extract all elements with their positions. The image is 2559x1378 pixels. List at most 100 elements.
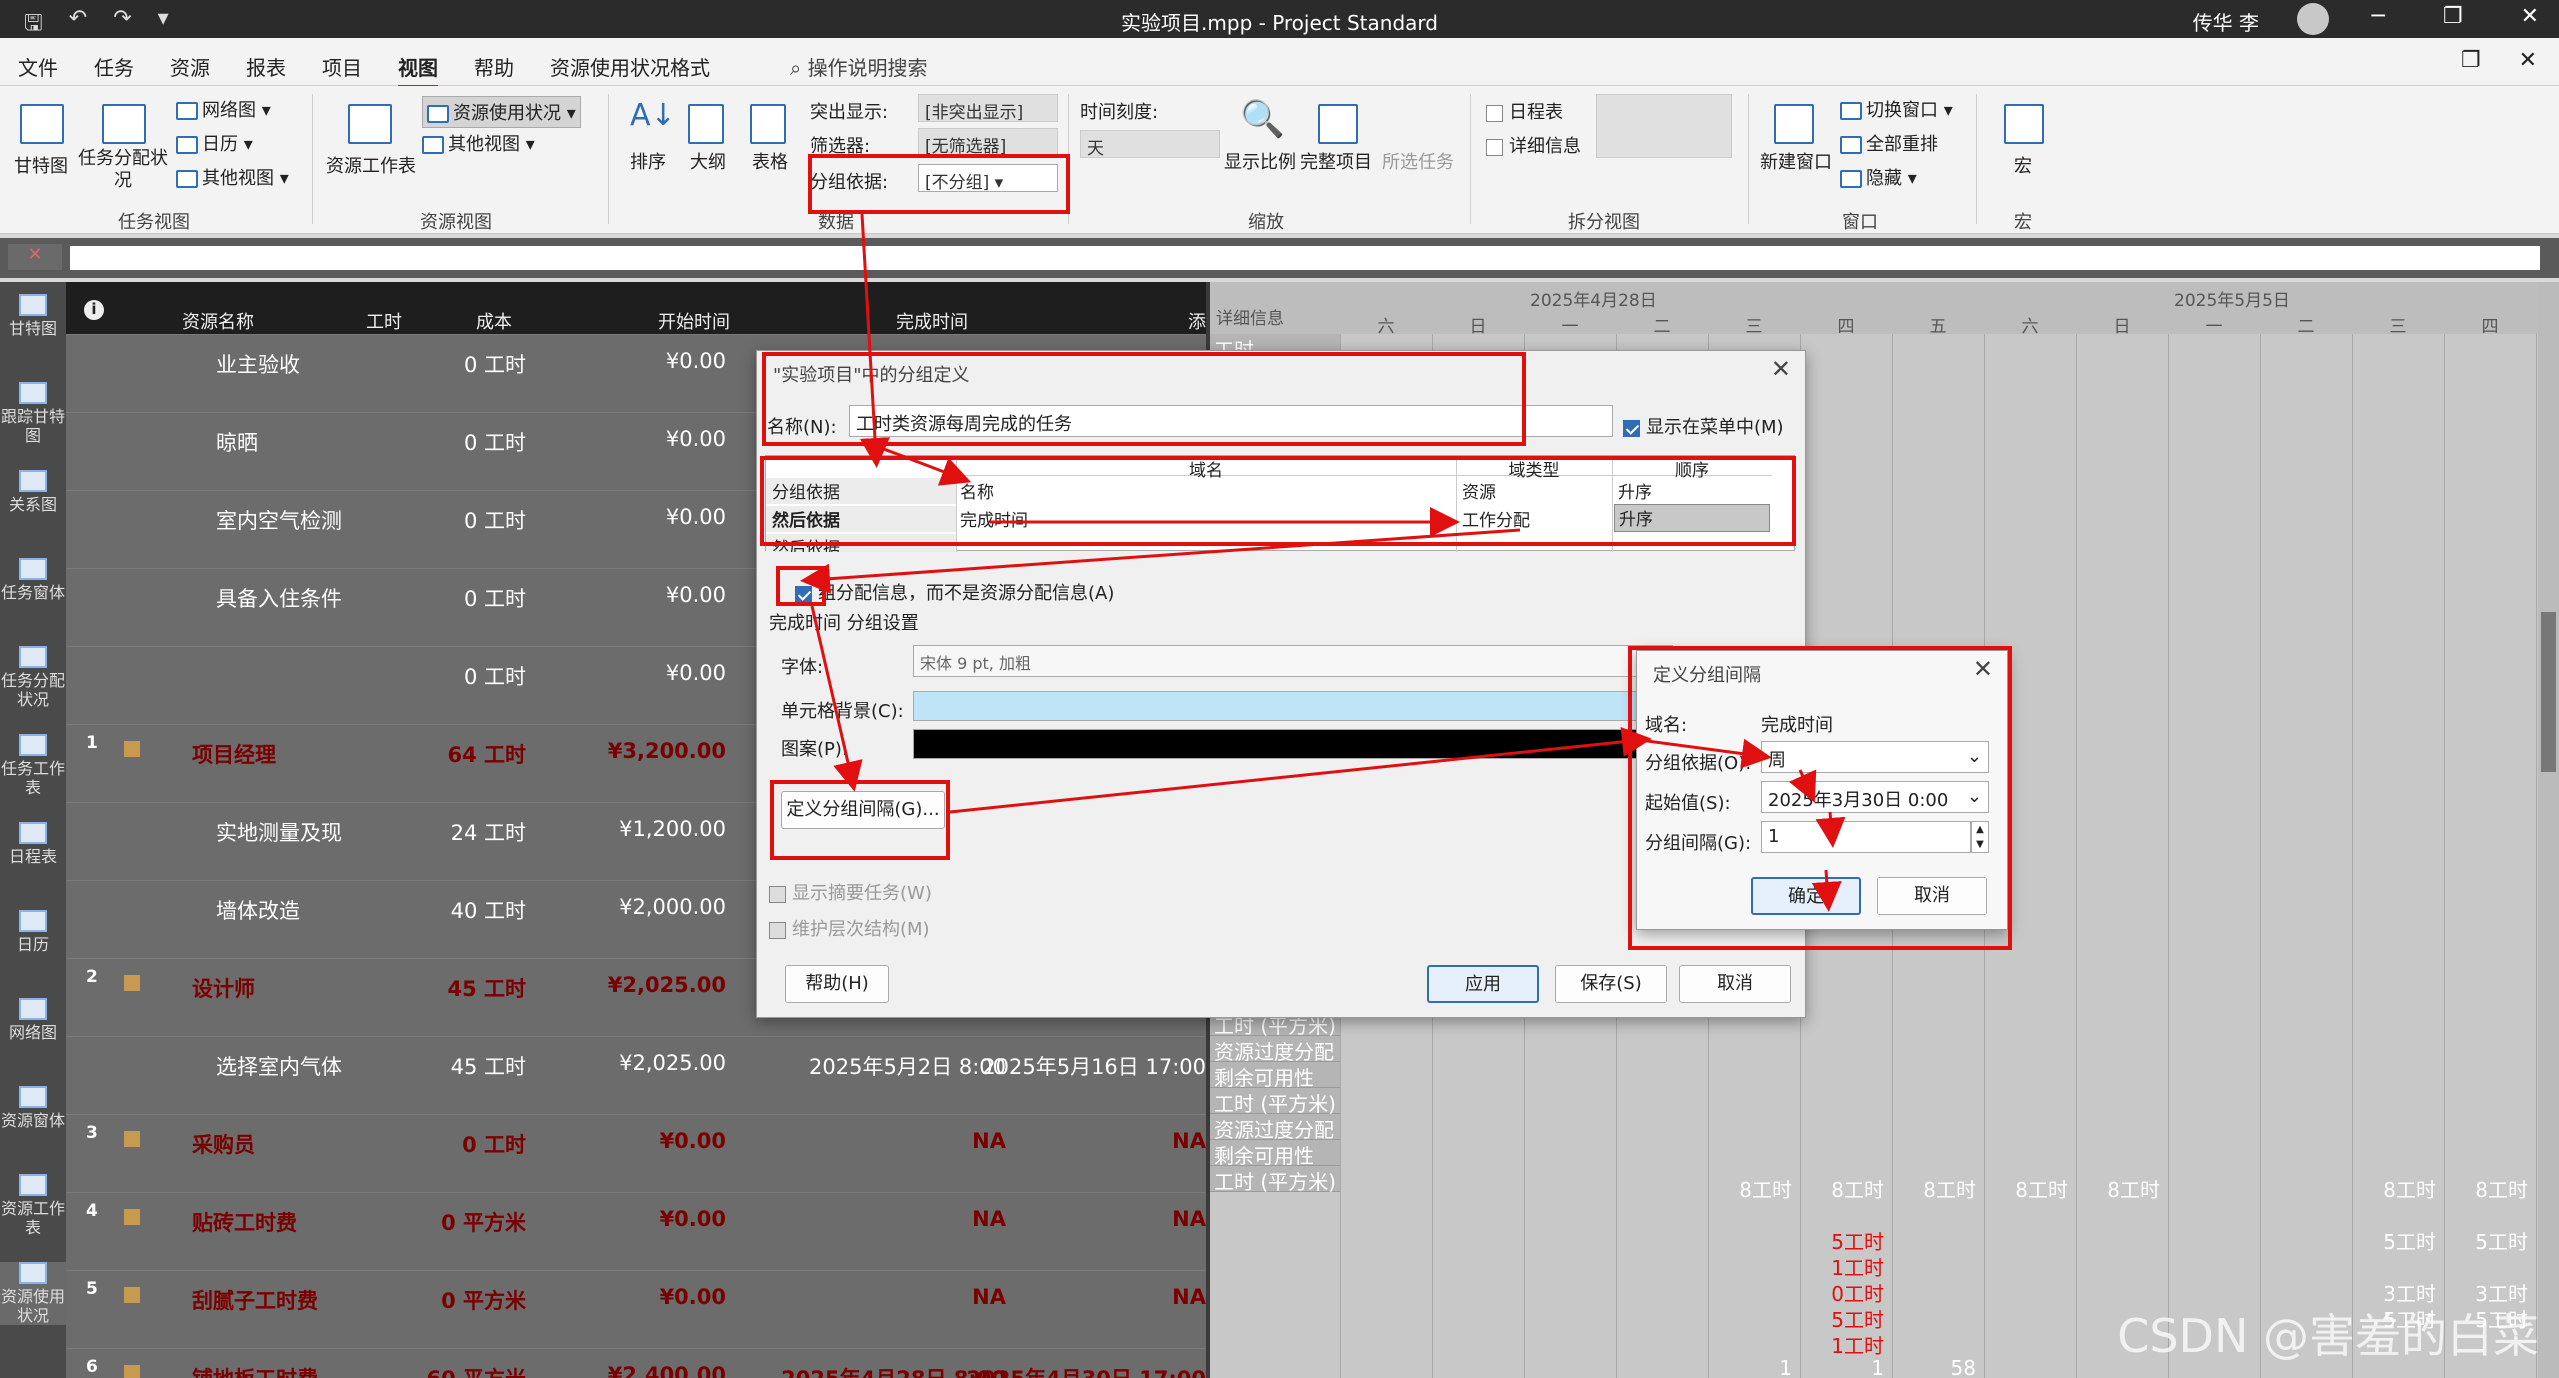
cell-work[interactable]: 40 工时 (326, 895, 526, 925)
row1-order[interactable]: 升序 (1618, 478, 1652, 503)
cell-resource-name[interactable]: 业主验收 (216, 349, 300, 379)
row2-field[interactable]: 完成时间 (960, 506, 1028, 531)
cell-finish[interactable]: 2025年5月16日 17:00 (936, 1051, 1206, 1081)
cell-work[interactable]: 0 工时 (326, 427, 526, 457)
viewbar-item[interactable]: 资源窗体 (0, 1086, 66, 1130)
filter-select[interactable]: [无筛选器] (918, 128, 1058, 157)
ok-button[interactable]: 确定 (1751, 877, 1861, 915)
cell-work[interactable]: 24 工时 (326, 817, 526, 847)
entry-field[interactable] (70, 246, 2540, 270)
assignment-checkbox[interactable]: 组分配信息，而不是资源分配信息(A) (795, 579, 1114, 605)
cell-resource-name[interactable]: 设计师 (192, 973, 255, 1003)
tab-view[interactable]: 视图 (398, 52, 438, 88)
viewbar-item[interactable]: 任务工作表 (0, 734, 66, 797)
zoom-button[interactable]: 显示比例 (1224, 148, 1296, 174)
apply-button[interactable]: 应用 (1427, 965, 1539, 1003)
save-button[interactable]: 保存(S) (1555, 965, 1667, 1003)
row2-order[interactable]: 升序 (1614, 504, 1770, 532)
cell-resource-name[interactable]: 实地测量及现 (216, 817, 342, 847)
viewbar-item[interactable]: 日程表 (0, 822, 66, 866)
cell-resource-name[interactable]: 墙体改造 (216, 895, 300, 925)
col-cost[interactable]: 成本 (476, 308, 512, 334)
cell-work[interactable]: 60 平方米 (326, 1363, 526, 1378)
cell-work[interactable]: 0 工时 (326, 505, 526, 535)
table-row[interactable]: 4 贴砖工时费 0 平方米 ¥0.00 NA NA (66, 1192, 1206, 1270)
cell-work[interactable]: 64 工时 (326, 739, 526, 769)
tab-resource[interactable]: 资源 (170, 52, 210, 88)
macros-button[interactable]: 宏 (2014, 152, 2032, 178)
cancel-entry-icon[interactable]: ✕ (8, 244, 62, 270)
scrollbar-thumb[interactable] (2541, 612, 2556, 772)
table-row[interactable]: 6铺地板工时费60 平方米¥2,400.002025年4月28日 8:00202… (66, 1348, 1206, 1378)
viewbar-item[interactable]: 跟踪甘特图 (0, 382, 66, 445)
entire-project-button[interactable]: 完整项目 (1300, 148, 1372, 174)
start-at-select[interactable]: 2025年3月30日 0:00 ⌄ (1761, 781, 1989, 813)
cancel-button[interactable]: 取消 (1679, 965, 1791, 1003)
cell-work[interactable]: 45 工时 (326, 1051, 526, 1081)
cell-resource-name[interactable]: 选择室内气体 (216, 1051, 342, 1081)
tab-project[interactable]: 项目 (322, 52, 362, 88)
col-finish[interactable]: 完成时间 (896, 308, 968, 334)
cell-resource-name[interactable]: 晾晒 (216, 427, 258, 457)
table-row[interactable]: 3 采购员 0 工时 ¥0.00 NA NA (66, 1114, 1206, 1192)
split-view-select[interactable] (1596, 94, 1732, 158)
tab-resource-usage-format[interactable]: 资源使用状况格式 (550, 52, 710, 88)
cell-resource-name[interactable]: 项目经理 (192, 739, 276, 769)
tab-task[interactable]: 任务 (94, 52, 134, 88)
viewbar-item[interactable]: 资源使用状况 (0, 1262, 66, 1325)
vertical-scrollbar[interactable] (2538, 282, 2559, 1378)
cell-finish[interactable]: 2025年4月30日 17:00 (936, 1363, 1206, 1378)
cell-resource-name[interactable]: 贴砖工时费 (192, 1207, 297, 1237)
close-icon[interactable]: ✕ (2521, 4, 2539, 29)
cell-work[interactable]: 0 工时 (326, 1129, 526, 1159)
arrange-all-button[interactable]: 全部重排 (1840, 130, 1938, 156)
table-row[interactable]: 5 刮腻子工时费 0 平方米 ¥0.00 NA NA (66, 1270, 1206, 1348)
details-checkbox[interactable]: 详细信息 (1486, 132, 1581, 158)
resource-sheet-button[interactable]: 资源工作表 (326, 152, 416, 178)
col-add[interactable]: 添 (1188, 308, 1206, 334)
row1-type[interactable]: 资源 (1462, 478, 1496, 503)
avatar[interactable] (2297, 3, 2329, 35)
row1-field[interactable]: 名称 (960, 478, 994, 503)
close-icon[interactable]: ✕ (1973, 655, 1993, 683)
other-task-views-button[interactable]: 其他视图 ▾ (176, 164, 289, 190)
doc-close-icon[interactable]: ✕ (2519, 48, 2537, 73)
viewbar-item[interactable]: 网络图 (0, 998, 66, 1042)
cell-resource-name[interactable]: 铺地板工时费 (192, 1363, 318, 1378)
viewbar-item[interactable]: 日历 (0, 910, 66, 954)
cell-background-select[interactable] (913, 691, 1673, 721)
cell-work[interactable]: 0 工时 (326, 349, 526, 379)
tab-help[interactable]: 帮助 (474, 52, 514, 88)
maintain-hierarchy-checkbox[interactable]: 维护层次结构(M) (769, 915, 930, 941)
cell-resource-name[interactable]: 具备入住条件 (216, 583, 342, 613)
timescale-select[interactable]: 天 (1080, 130, 1220, 159)
restore-icon[interactable]: ❐ (2461, 48, 2481, 73)
highlight-select[interactable]: [非突出显示] (918, 94, 1058, 123)
show-in-menu-checkbox[interactable]: 显示在菜单中(M) (1623, 413, 1784, 439)
group-on-select[interactable]: 周 ⌄ (1761, 741, 1989, 773)
col-work[interactable]: 工时 (366, 308, 402, 334)
cell-finish[interactable]: NA (936, 1285, 1206, 1309)
minimize-icon[interactable]: ─ (2372, 4, 2385, 29)
cancel-button[interactable]: 取消 (1877, 877, 1987, 915)
cell-resource-name[interactable]: 室内空气检测 (216, 505, 342, 535)
cell-work[interactable]: 0 平方米 (326, 1207, 526, 1237)
sort-button[interactable]: 排序 (630, 148, 666, 174)
timeline-checkbox[interactable]: 日程表 (1486, 98, 1563, 124)
resource-usage-button[interactable]: 资源使用状况 ▾ (422, 96, 581, 128)
font-field[interactable]: 宋体 9 pt, 加粗 (913, 645, 1673, 677)
outline-button[interactable]: 大纲 (690, 148, 726, 174)
task-usage-button[interactable]: 任务分配状况 (78, 148, 168, 192)
cell-work[interactable]: 0 工时 (326, 661, 526, 691)
row2-type[interactable]: 工作分配 (1462, 506, 1530, 531)
viewbar-item[interactable]: 甘特图 (0, 294, 66, 338)
calendar-button[interactable]: 日历 ▾ (176, 130, 253, 156)
interval-input[interactable]: 1 (1761, 821, 1971, 853)
tell-me-search[interactable]: ⌕ 操作说明搜索 (790, 52, 928, 81)
show-summary-checkbox[interactable]: 显示摘要任务(W) (769, 879, 932, 905)
cell-resource-name[interactable]: 采购员 (192, 1129, 255, 1159)
pattern-select[interactable] (913, 729, 1673, 759)
close-icon[interactable]: ✕ (1771, 355, 1791, 383)
switch-windows-button[interactable]: 切换窗口 ▾ (1840, 96, 1953, 122)
interval-stepper[interactable]: ▲ ▼ (1971, 821, 1989, 853)
